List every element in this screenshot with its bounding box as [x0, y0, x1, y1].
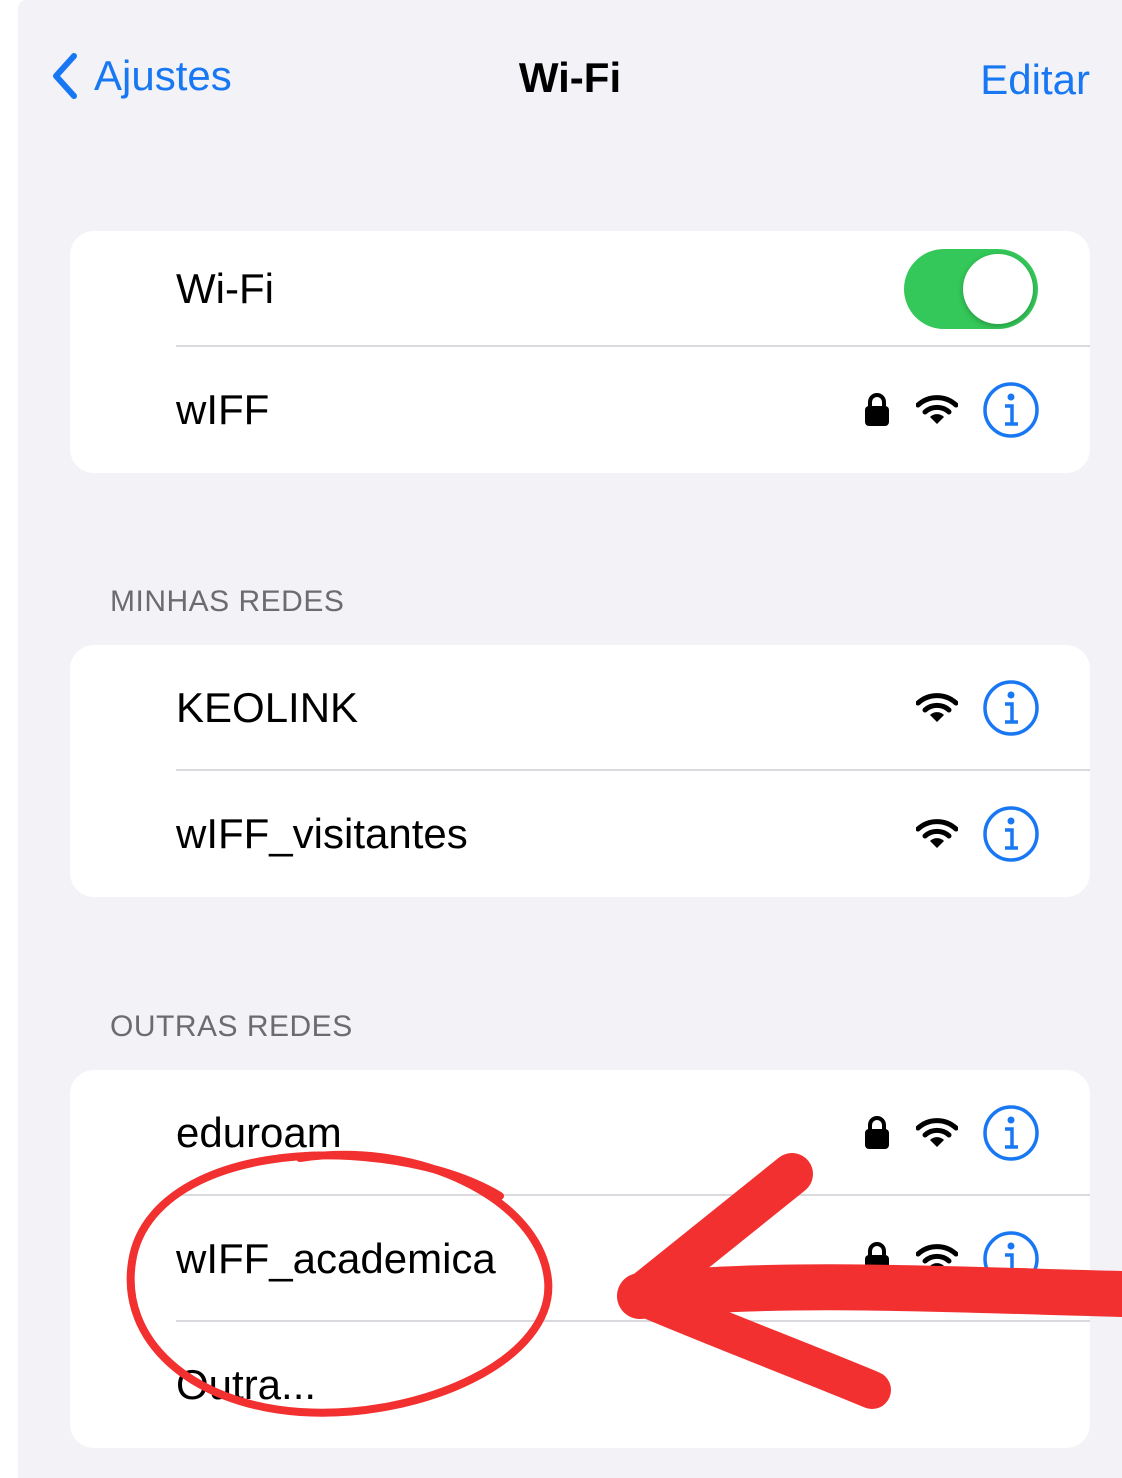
network-name: KEOLINK: [176, 684, 359, 731]
my-networks-group: KEOLINK wIFF_visitantes: [70, 645, 1090, 897]
connected-network-row[interactable]: wIFF: [70, 347, 1090, 473]
other-network-row[interactable]: Outra...: [70, 1322, 1090, 1448]
info-icon[interactable]: [982, 679, 1040, 737]
other-network-label: Outra...: [176, 1361, 317, 1408]
wifi-toggle-group: Wi-Fi wIFF: [70, 231, 1090, 473]
network-row[interactable]: eduroam: [70, 1070, 1090, 1196]
info-icon[interactable]: [982, 1230, 1040, 1288]
navigation-bar: Ajustes Wi-Fi Editar: [18, 0, 1122, 160]
network-row[interactable]: wIFF_visitantes: [70, 771, 1090, 897]
network-name: wIFF: [176, 386, 270, 433]
info-icon[interactable]: [982, 1104, 1040, 1162]
wifi-toggle-label: Wi-Fi: [176, 265, 274, 312]
other-networks-group: eduroam wIFF_academica Outra...: [70, 1070, 1090, 1448]
lock-icon: [865, 1242, 889, 1275]
wifi-icon: [916, 1244, 958, 1273]
wifi-settings-screen: Ajustes Wi-Fi Editar Wi-Fi wIFF MINHAS R…: [18, 0, 1122, 1478]
edit-button[interactable]: Editar: [980, 56, 1090, 104]
page-title: Wi-Fi: [518, 54, 622, 101]
network-name: eduroam: [176, 1109, 342, 1156]
wifi-icon: [916, 1118, 958, 1147]
other-networks-header: OUTRAS REDES: [110, 1010, 353, 1043]
my-networks-header: MINHAS REDES: [110, 585, 345, 618]
wifi-icon: [916, 693, 958, 722]
info-icon[interactable]: [982, 805, 1040, 863]
lock-icon: [865, 393, 889, 426]
lock-icon: [865, 1116, 889, 1149]
wifi-toggle-switch[interactable]: [904, 249, 1038, 329]
network-row[interactable]: wIFF_academica: [70, 1196, 1090, 1322]
info-icon[interactable]: [982, 381, 1040, 439]
network-name: wIFF_visitantes: [176, 810, 468, 857]
network-name: wIFF_academica: [176, 1235, 496, 1282]
network-row[interactable]: KEOLINK: [70, 645, 1090, 771]
wifi-icon: [916, 395, 958, 424]
wifi-toggle-row: Wi-Fi: [70, 231, 1090, 347]
wifi-icon: [916, 819, 958, 848]
toggle-knob: [963, 254, 1033, 324]
